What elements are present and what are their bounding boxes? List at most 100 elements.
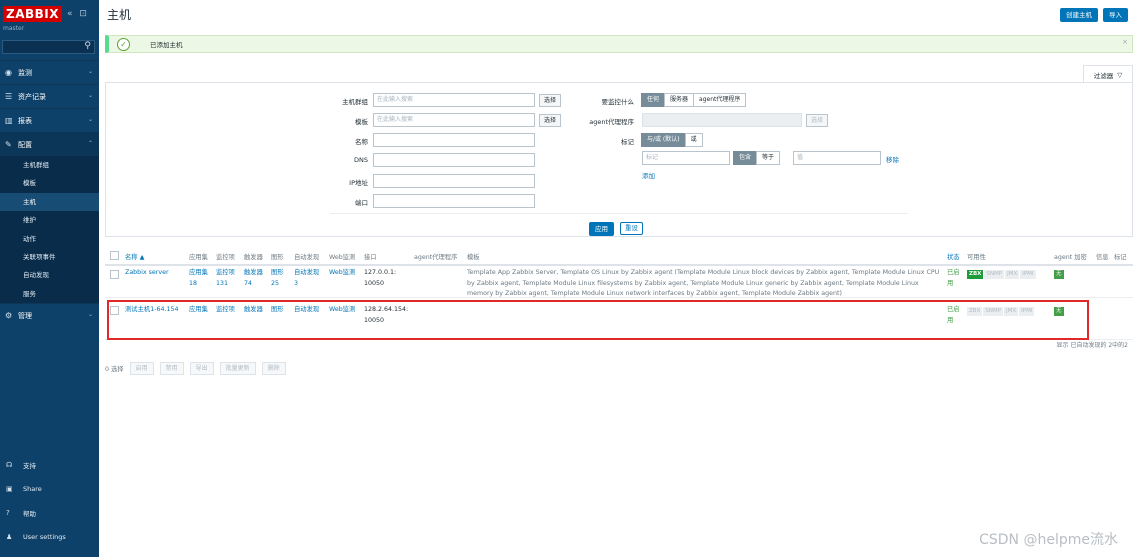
row-checkbox[interactable] (110, 270, 119, 279)
name-input[interactable] (373, 133, 535, 147)
table-summary: 显示 已自动发现的 2中的2 (1056, 342, 1128, 349)
success-message-text: 已添加主机 (150, 41, 183, 49)
tag-op-equals[interactable]: 等于 (756, 151, 781, 165)
menu-item-label: 报表 (18, 116, 32, 125)
tag-value-input[interactable]: 值 (793, 151, 881, 165)
submenu-item-actions[interactable]: 动作 (0, 230, 99, 248)
support-link[interactable]: ☊ 支持 (0, 453, 99, 477)
dns-label: DNS (354, 156, 368, 164)
remove-tag-link[interactable]: 移除 (886, 154, 899, 164)
monitored-by-proxy[interactable]: agent代理程序 (693, 93, 747, 107)
submenu-item-hosts[interactable]: 主机 (0, 192, 99, 212)
submenu-item-services[interactable]: 服务 (0, 285, 99, 303)
search-icon[interactable]: ⚲ (84, 41, 91, 51)
col-encryption: agent 加密 (1054, 254, 1087, 261)
port-input[interactable] (373, 194, 535, 208)
apps-link[interactable]: 应用集 18 (189, 268, 213, 289)
jmx-badge: JMX (1005, 270, 1020, 279)
filter-tab[interactable]: 过滤器 ▽ (1083, 65, 1133, 83)
share-link[interactable]: ▣ Share (0, 477, 99, 501)
collapse-icon[interactable]: « ⊡ (67, 9, 89, 19)
funnel-icon: ▽ (1117, 70, 1123, 79)
brand: ZABBIX « ⊡ (0, 0, 99, 22)
monitored-by-any[interactable]: 任何 (641, 93, 666, 107)
col-triggers: 触发器 (244, 254, 263, 261)
col-status[interactable]: 状态 (947, 252, 960, 261)
col-discovery: 自动发现 (294, 254, 320, 261)
filter-panel: 主机群组 在此输入搜索 选择 模板 在此输入搜索 选择 名称 DNS IP地址 … (105, 82, 1133, 237)
disable-button[interactable]: 禁用 (159, 362, 184, 375)
sidebar-bottom-links: ☊ 支持 ▣ Share ? 帮助 ♟ User settings (0, 453, 99, 549)
col-info: 信息 (1096, 254, 1109, 261)
triggers-link[interactable]: 触发器 74 (244, 268, 268, 289)
submenu-item-host-groups[interactable]: 主机群组 (0, 156, 99, 174)
col-interface[interactable]: 接口 (364, 252, 377, 261)
checkmark-icon: ✓ (117, 37, 130, 51)
chevron-down-icon: ⌄ (87, 116, 93, 123)
server-name: master (3, 25, 25, 32)
import-button[interactable]: 导入 (1103, 8, 1128, 22)
col-name[interactable]: 名称 ▲ (125, 252, 144, 261)
ip-input[interactable] (373, 174, 535, 188)
monitored-by-server[interactable]: 服务器 (664, 93, 695, 107)
chart-icon: ▥ (5, 116, 13, 125)
col-proxy: agent代理程序 (414, 254, 458, 261)
status-enabled-link[interactable]: 已启用 (947, 268, 961, 289)
templates-input[interactable]: 在此输入搜索 (373, 113, 535, 127)
host-groups-select-button[interactable]: 选择 (539, 94, 562, 107)
graphs-link[interactable]: 图形 25 (271, 268, 291, 289)
zbx-badge: ZBX (967, 270, 984, 279)
tags-mode-or[interactable]: 或 (684, 133, 703, 147)
interface-value: 127.0.0.1: 10050 (364, 269, 397, 287)
tag-name-input[interactable]: 标记 (642, 151, 730, 165)
chevron-down-icon: ⌄ (87, 68, 93, 75)
submenu-item-event-correlation[interactable]: 关联项事件 (0, 248, 99, 266)
submenu-item-maintenance[interactable]: 维护 (0, 211, 99, 229)
add-tag-link[interactable]: 添加 (642, 170, 655, 180)
menu-item-administration[interactable]: ⚙ 管理 ⌄ (0, 303, 99, 327)
web-link[interactable]: Web监测 (329, 268, 355, 279)
items-link[interactable]: 监控项 131 (216, 268, 242, 289)
user-settings-link[interactable]: ♟ User settings (0, 525, 99, 549)
select-all-checkbox[interactable] (110, 251, 119, 260)
tags-mode-and-or[interactable]: 与/或 (默认) (641, 133, 686, 147)
snmp-badge: SNMP (984, 270, 1005, 279)
menu-item-configuration[interactable]: ✎ 配置 ⌃ (0, 132, 99, 156)
list-icon: ☰ (5, 92, 13, 101)
chevron-down-icon: ⌄ (87, 92, 93, 99)
monitored-by-segment: 任何 服务器 agent代理程序 (641, 93, 747, 107)
export-button[interactable]: 导出 (189, 362, 214, 375)
apply-button[interactable]: 应用 (589, 222, 614, 236)
tag-op-contains[interactable]: 包含 (733, 151, 758, 165)
support-icon: ☊ (6, 461, 13, 469)
mass-update-button[interactable]: 批量更新 (219, 362, 256, 375)
menu-item-monitoring[interactable]: ◉ 监测 ⌄ (0, 60, 99, 84)
submenu-item-templates[interactable]: 模板 (0, 174, 99, 192)
create-host-button[interactable]: 创建主机 (1060, 8, 1098, 22)
selected-count: 0 选择 (105, 366, 124, 373)
tags-mode-segment: 与/或 (默认) 或 (641, 133, 703, 147)
submenu-item-discovery[interactable]: 自动发现 (0, 266, 99, 284)
configuration-submenu: 主机群组 模板 主机 维护 动作 关联项事件 自动发现 服务 (0, 156, 99, 304)
zabbix-logo[interactable]: ZABBIX (3, 6, 62, 22)
sidebar-search-input[interactable]: ⚲ (2, 40, 95, 54)
host-groups-input[interactable]: 在此输入搜索 (373, 93, 535, 107)
proxy-input[interactable] (642, 113, 802, 127)
discovery-link[interactable]: 自动发现 3 (294, 268, 324, 289)
wrench-icon: ✎ (5, 140, 12, 149)
enable-button[interactable]: 启用 (129, 362, 154, 375)
proxy-select-button[interactable]: 选择 (806, 114, 829, 127)
menu-item-inventory[interactable]: ☰ 资产记录 ⌄ (0, 84, 99, 108)
encryption-badge: 无 (1054, 270, 1064, 279)
table-row: Zabbix server 应用集 18 监控项 131 触发器 74 图形 2… (105, 266, 1133, 298)
menu-item-reports[interactable]: ▥ 报表 ⌄ (0, 108, 99, 132)
reset-button[interactable]: 重设 (620, 222, 643, 235)
dns-input[interactable] (373, 153, 535, 167)
menu-item-label: 管理 (18, 311, 32, 320)
host-name-link[interactable]: Zabbix server (125, 268, 169, 279)
highlight-box (107, 300, 1089, 340)
close-icon[interactable]: × (1122, 38, 1128, 46)
templates-select-button[interactable]: 选择 (539, 114, 562, 127)
help-link[interactable]: ? 帮助 (0, 501, 99, 525)
delete-button[interactable]: 删除 (261, 362, 286, 375)
